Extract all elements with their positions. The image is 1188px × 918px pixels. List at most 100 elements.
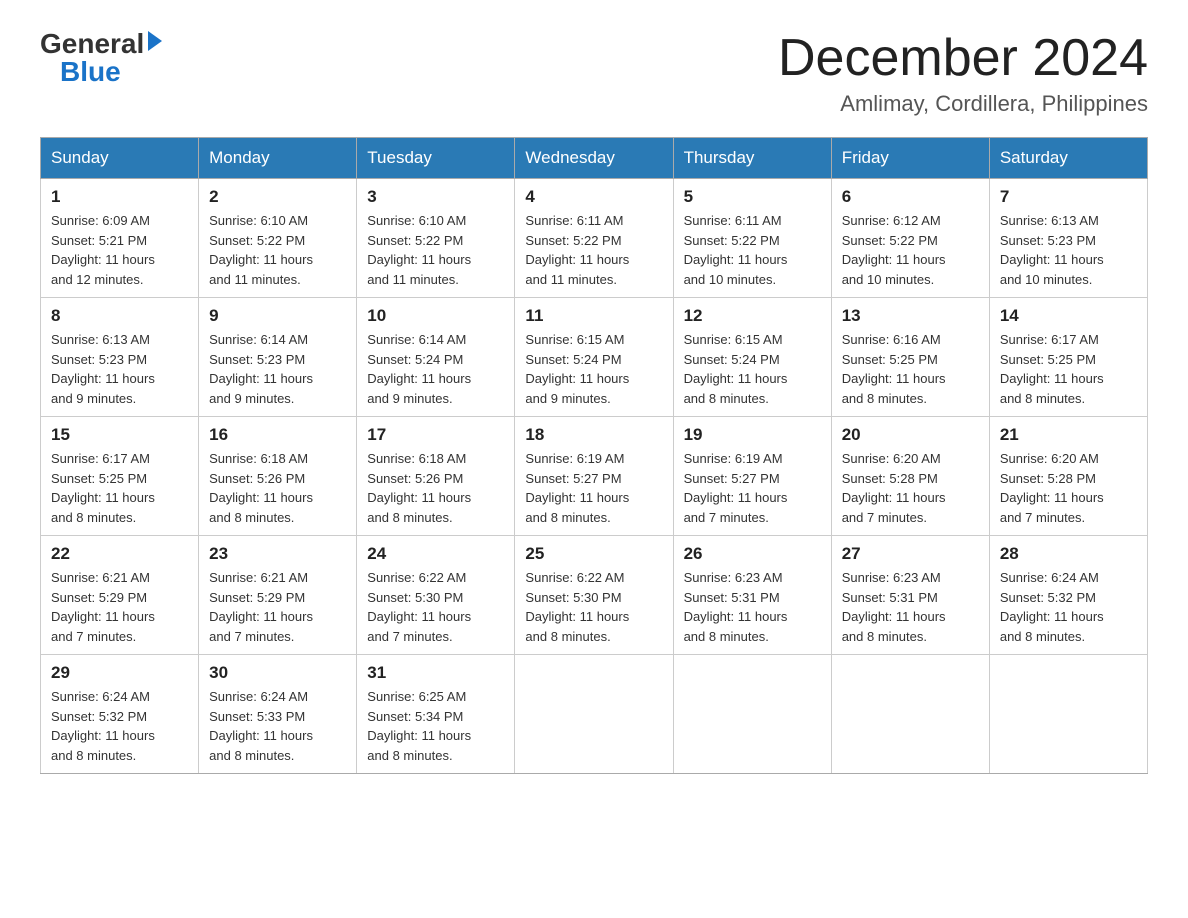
day-info: Sunrise: 6:13 AMSunset: 5:23 PMDaylight:…: [1000, 213, 1104, 287]
day-number: 6: [842, 187, 979, 207]
calendar-cell: 6 Sunrise: 6:12 AMSunset: 5:22 PMDayligh…: [831, 179, 989, 298]
day-info: Sunrise: 6:16 AMSunset: 5:25 PMDaylight:…: [842, 332, 946, 406]
day-info: Sunrise: 6:15 AMSunset: 5:24 PMDaylight:…: [525, 332, 629, 406]
day-info: Sunrise: 6:21 AMSunset: 5:29 PMDaylight:…: [209, 570, 313, 644]
day-number: 22: [51, 544, 188, 564]
calendar-cell: [831, 655, 989, 774]
calendar-cell: 16 Sunrise: 6:18 AMSunset: 5:26 PMDaylig…: [199, 417, 357, 536]
day-number: 2: [209, 187, 346, 207]
day-number: 20: [842, 425, 979, 445]
day-info: Sunrise: 6:11 AMSunset: 5:22 PMDaylight:…: [525, 213, 629, 287]
day-info: Sunrise: 6:17 AMSunset: 5:25 PMDaylight:…: [1000, 332, 1104, 406]
calendar-cell: 7 Sunrise: 6:13 AMSunset: 5:23 PMDayligh…: [989, 179, 1147, 298]
calendar-cell: [989, 655, 1147, 774]
col-header-sunday: Sunday: [41, 138, 199, 179]
day-info: Sunrise: 6:22 AMSunset: 5:30 PMDaylight:…: [367, 570, 471, 644]
day-info: Sunrise: 6:19 AMSunset: 5:27 PMDaylight:…: [684, 451, 788, 525]
day-info: Sunrise: 6:22 AMSunset: 5:30 PMDaylight:…: [525, 570, 629, 644]
day-info: Sunrise: 6:12 AMSunset: 5:22 PMDaylight:…: [842, 213, 946, 287]
day-number: 19: [684, 425, 821, 445]
col-header-monday: Monday: [199, 138, 357, 179]
day-info: Sunrise: 6:24 AMSunset: 5:33 PMDaylight:…: [209, 689, 313, 763]
day-info: Sunrise: 6:11 AMSunset: 5:22 PMDaylight:…: [684, 213, 788, 287]
day-number: 17: [367, 425, 504, 445]
day-number: 27: [842, 544, 979, 564]
day-info: Sunrise: 6:23 AMSunset: 5:31 PMDaylight:…: [684, 570, 788, 644]
day-number: 26: [684, 544, 821, 564]
calendar-cell: 24 Sunrise: 6:22 AMSunset: 5:30 PMDaylig…: [357, 536, 515, 655]
day-number: 21: [1000, 425, 1137, 445]
day-number: 29: [51, 663, 188, 683]
calendar-cell: 9 Sunrise: 6:14 AMSunset: 5:23 PMDayligh…: [199, 298, 357, 417]
month-title: December 2024: [778, 30, 1148, 87]
day-info: Sunrise: 6:19 AMSunset: 5:27 PMDaylight:…: [525, 451, 629, 525]
day-number: 3: [367, 187, 504, 207]
logo: General Blue: [40, 30, 162, 86]
day-info: Sunrise: 6:15 AMSunset: 5:24 PMDaylight:…: [684, 332, 788, 406]
calendar-cell: 23 Sunrise: 6:21 AMSunset: 5:29 PMDaylig…: [199, 536, 357, 655]
calendar-cell: 17 Sunrise: 6:18 AMSunset: 5:26 PMDaylig…: [357, 417, 515, 536]
day-number: 18: [525, 425, 662, 445]
day-number: 25: [525, 544, 662, 564]
calendar-cell: [673, 655, 831, 774]
col-header-friday: Friday: [831, 138, 989, 179]
col-header-tuesday: Tuesday: [357, 138, 515, 179]
day-info: Sunrise: 6:24 AMSunset: 5:32 PMDaylight:…: [51, 689, 155, 763]
day-info: Sunrise: 6:18 AMSunset: 5:26 PMDaylight:…: [209, 451, 313, 525]
calendar-cell: 12 Sunrise: 6:15 AMSunset: 5:24 PMDaylig…: [673, 298, 831, 417]
day-info: Sunrise: 6:10 AMSunset: 5:22 PMDaylight:…: [209, 213, 313, 287]
day-number: 4: [525, 187, 662, 207]
day-number: 14: [1000, 306, 1137, 326]
calendar-cell: 26 Sunrise: 6:23 AMSunset: 5:31 PMDaylig…: [673, 536, 831, 655]
calendar-cell: 13 Sunrise: 6:16 AMSunset: 5:25 PMDaylig…: [831, 298, 989, 417]
calendar-cell: 4 Sunrise: 6:11 AMSunset: 5:22 PMDayligh…: [515, 179, 673, 298]
day-info: Sunrise: 6:21 AMSunset: 5:29 PMDaylight:…: [51, 570, 155, 644]
page-header: General Blue December 2024 Amlimay, Cord…: [40, 30, 1148, 117]
day-number: 23: [209, 544, 346, 564]
day-info: Sunrise: 6:18 AMSunset: 5:26 PMDaylight:…: [367, 451, 471, 525]
logo-triangle-icon: [148, 31, 162, 51]
calendar-header-row: SundayMondayTuesdayWednesdayThursdayFrid…: [41, 138, 1148, 179]
calendar-cell: 19 Sunrise: 6:19 AMSunset: 5:27 PMDaylig…: [673, 417, 831, 536]
title-block: December 2024 Amlimay, Cordillera, Phili…: [778, 30, 1148, 117]
calendar-cell: 14 Sunrise: 6:17 AMSunset: 5:25 PMDaylig…: [989, 298, 1147, 417]
day-number: 12: [684, 306, 821, 326]
logo-blue-text: Blue: [60, 58, 121, 86]
calendar-cell: 30 Sunrise: 6:24 AMSunset: 5:33 PMDaylig…: [199, 655, 357, 774]
calendar-week-5: 29 Sunrise: 6:24 AMSunset: 5:32 PMDaylig…: [41, 655, 1148, 774]
day-info: Sunrise: 6:17 AMSunset: 5:25 PMDaylight:…: [51, 451, 155, 525]
calendar-cell: 11 Sunrise: 6:15 AMSunset: 5:24 PMDaylig…: [515, 298, 673, 417]
day-number: 13: [842, 306, 979, 326]
col-header-saturday: Saturday: [989, 138, 1147, 179]
logo-general-text: General: [40, 30, 144, 58]
calendar-week-1: 1 Sunrise: 6:09 AMSunset: 5:21 PMDayligh…: [41, 179, 1148, 298]
col-header-thursday: Thursday: [673, 138, 831, 179]
day-info: Sunrise: 6:14 AMSunset: 5:23 PMDaylight:…: [209, 332, 313, 406]
day-number: 28: [1000, 544, 1137, 564]
day-number: 7: [1000, 187, 1137, 207]
calendar-cell: 18 Sunrise: 6:19 AMSunset: 5:27 PMDaylig…: [515, 417, 673, 536]
day-info: Sunrise: 6:20 AMSunset: 5:28 PMDaylight:…: [1000, 451, 1104, 525]
calendar-cell: 8 Sunrise: 6:13 AMSunset: 5:23 PMDayligh…: [41, 298, 199, 417]
calendar-cell: 5 Sunrise: 6:11 AMSunset: 5:22 PMDayligh…: [673, 179, 831, 298]
calendar-week-2: 8 Sunrise: 6:13 AMSunset: 5:23 PMDayligh…: [41, 298, 1148, 417]
day-number: 8: [51, 306, 188, 326]
calendar-cell: 22 Sunrise: 6:21 AMSunset: 5:29 PMDaylig…: [41, 536, 199, 655]
calendar-week-4: 22 Sunrise: 6:21 AMSunset: 5:29 PMDaylig…: [41, 536, 1148, 655]
day-info: Sunrise: 6:09 AMSunset: 5:21 PMDaylight:…: [51, 213, 155, 287]
calendar-cell: 10 Sunrise: 6:14 AMSunset: 5:24 PMDaylig…: [357, 298, 515, 417]
day-number: 30: [209, 663, 346, 683]
day-number: 31: [367, 663, 504, 683]
day-info: Sunrise: 6:20 AMSunset: 5:28 PMDaylight:…: [842, 451, 946, 525]
day-info: Sunrise: 6:23 AMSunset: 5:31 PMDaylight:…: [842, 570, 946, 644]
day-number: 16: [209, 425, 346, 445]
location-subtitle: Amlimay, Cordillera, Philippines: [778, 91, 1148, 117]
calendar-cell: 21 Sunrise: 6:20 AMSunset: 5:28 PMDaylig…: [989, 417, 1147, 536]
day-number: 5: [684, 187, 821, 207]
calendar-cell: [515, 655, 673, 774]
day-info: Sunrise: 6:10 AMSunset: 5:22 PMDaylight:…: [367, 213, 471, 287]
calendar-cell: 15 Sunrise: 6:17 AMSunset: 5:25 PMDaylig…: [41, 417, 199, 536]
calendar-cell: 2 Sunrise: 6:10 AMSunset: 5:22 PMDayligh…: [199, 179, 357, 298]
calendar-cell: 20 Sunrise: 6:20 AMSunset: 5:28 PMDaylig…: [831, 417, 989, 536]
calendar-cell: 29 Sunrise: 6:24 AMSunset: 5:32 PMDaylig…: [41, 655, 199, 774]
